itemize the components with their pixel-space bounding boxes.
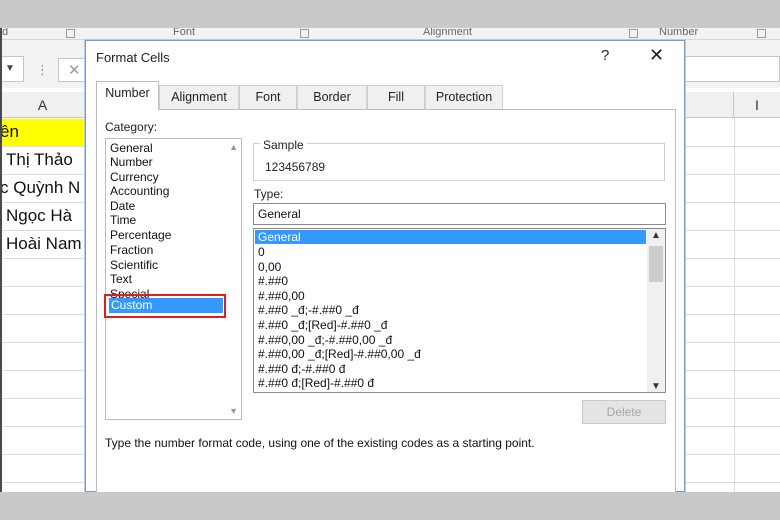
category-item[interactable]: Currency: [110, 170, 159, 184]
tab-protection[interactable]: Protection: [425, 85, 503, 109]
type-input[interactable]: General: [253, 203, 666, 225]
tab-font[interactable]: Font: [239, 85, 297, 109]
cell-a4[interactable]: Ngọc Hà: [6, 206, 72, 226]
ribbon-group-alignment: Alignment: [423, 28, 472, 38]
help-button[interactable]: ?: [601, 47, 609, 64]
cell-a1[interactable]: ên: [0, 122, 19, 142]
scrollbar-thumb[interactable]: [649, 246, 663, 282]
ribbon-group-clipboard: d: [2, 28, 9, 38]
ribbon-group-labels: d Font Alignment Number: [0, 28, 780, 40]
category-item[interactable]: Text: [110, 272, 132, 286]
bottom-letterbox: [0, 492, 780, 520]
format-item[interactable]: 0,00: [258, 260, 281, 274]
format-item[interactable]: #.##0 _đ;-#.##0 _đ: [258, 303, 359, 317]
more-icon: ⋮: [36, 62, 49, 77]
cancel-formula-button[interactable]: ✕: [58, 58, 88, 82]
tab-fill[interactable]: Fill: [367, 85, 425, 109]
category-item[interactable]: Date: [110, 199, 135, 213]
format-list-scrollbar[interactable]: ▲ ▼: [647, 229, 665, 392]
format-item[interactable]: #.##0,00: [258, 289, 305, 303]
format-item[interactable]: #.##0,00 _đ;[Red]-#.##0,00 _đ: [258, 347, 421, 361]
ribbon-group-font: Font: [173, 28, 196, 38]
category-item[interactable]: General: [110, 141, 153, 155]
close-icon: ✕: [68, 62, 81, 79]
format-item[interactable]: #.##0,00 _đ;-#.##0,00 _đ: [258, 333, 392, 347]
dialog-launcher-icon[interactable]: [300, 29, 309, 38]
hint-text: Type the number format code, using one o…: [105, 436, 535, 450]
category-item[interactable]: Fraction: [110, 243, 153, 257]
category-item[interactable]: Percentage: [110, 228, 171, 242]
column-header-a[interactable]: A: [0, 92, 86, 118]
format-item[interactable]: #.##0 _đ;[Red]-#.##0 _đ: [258, 318, 387, 332]
cell-a2[interactable]: Thị Thảo: [6, 150, 73, 170]
dialog-launcher-icon[interactable]: [757, 29, 766, 38]
sample-value: 123456789: [265, 160, 326, 174]
format-code-list[interactable]: General 0 0,00 #.##0 #.##0,00 #.##0 _đ;-…: [253, 228, 666, 393]
column-header-h[interactable]: [684, 92, 734, 118]
cell-a3[interactable]: c Quỳnh N: [0, 178, 80, 198]
dialog-launcher-icon[interactable]: [66, 29, 75, 38]
dialog-launcher-icon[interactable]: [629, 29, 638, 38]
category-label: Category:: [105, 120, 158, 134]
tab-number[interactable]: Number: [96, 81, 159, 110]
cell-a5[interactable]: Hoài Nam: [6, 234, 82, 254]
category-item[interactable]: Number: [110, 155, 153, 169]
format-item[interactable]: #.##0 đ;-#.##0 đ: [258, 362, 345, 376]
format-item[interactable]: 0: [258, 245, 265, 259]
format-item-selected[interactable]: General: [255, 230, 646, 244]
formula-input[interactable]: [680, 56, 780, 82]
grid-line: [734, 118, 735, 492]
window-edge: [0, 28, 2, 492]
chevron-up-icon[interactable]: ▲: [229, 142, 238, 152]
delete-button[interactable]: Delete: [582, 400, 666, 424]
type-label: Type:: [254, 187, 284, 201]
chevron-up-icon[interactable]: ▲: [651, 230, 661, 241]
category-item[interactable]: Accounting: [110, 184, 169, 198]
tab-alignment[interactable]: Alignment: [159, 85, 239, 109]
category-list[interactable]: General Number Currency Accounting Date …: [104, 138, 242, 420]
chevron-down-icon[interactable]: ▼: [651, 381, 661, 392]
format-item[interactable]: #.##0 đ;[Red]-#.##0 đ: [258, 376, 374, 390]
name-box[interactable]: ▼: [0, 56, 24, 82]
format-item[interactable]: #.##0: [258, 274, 288, 288]
chevron-down-icon[interactable]: ▼: [5, 63, 15, 74]
highlight-box: [104, 294, 226, 318]
close-button[interactable]: ✕: [649, 45, 664, 66]
ribbon-group-number: Number: [659, 28, 699, 38]
column-header-i[interactable]: I: [734, 92, 780, 118]
dialog-title: Format Cells: [96, 50, 170, 65]
category-item[interactable]: Time: [110, 213, 136, 227]
format-cells-dialog: Format Cells ? ✕ Number Alignment Font B…: [85, 40, 685, 493]
tab-border[interactable]: Border: [297, 85, 367, 109]
category-item[interactable]: Scientific: [110, 258, 158, 272]
chevron-down-icon[interactable]: ▼: [229, 406, 238, 416]
sample-label: Sample: [260, 138, 307, 152]
number-tab-panel: Category: General Number Currency Accoun…: [96, 109, 676, 493]
